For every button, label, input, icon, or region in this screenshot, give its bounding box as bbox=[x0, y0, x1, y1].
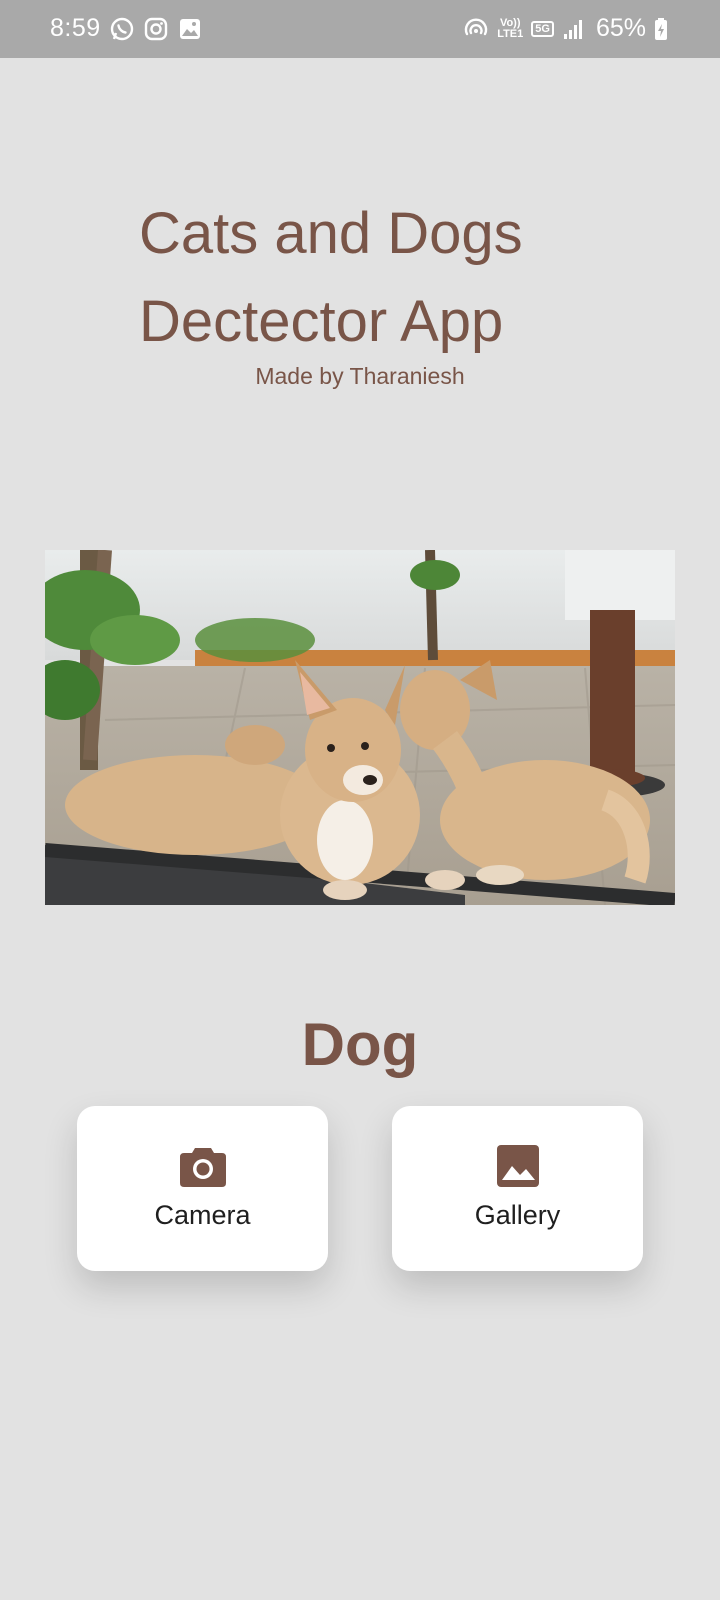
image-icon bbox=[177, 16, 203, 42]
camera-icon bbox=[179, 1148, 226, 1187]
status-left: 8:59 bbox=[50, 14, 203, 43]
volte-top: Vo)) bbox=[499, 16, 521, 29]
camera-button[interactable]: Camera bbox=[77, 1106, 328, 1271]
signal-bars-icon bbox=[562, 16, 588, 42]
network-type-badge: 5G bbox=[531, 20, 554, 37]
battery-icon bbox=[654, 16, 668, 42]
status-bar: 8:59 Vo)) LTE1 5G 65% bbox=[0, 0, 720, 58]
volte-indicator: Vo)) LTE1 bbox=[497, 16, 524, 40]
instagram-icon bbox=[143, 16, 169, 42]
gallery-button-label: Gallery bbox=[474, 1200, 561, 1230]
volte-bottom: LTE1 bbox=[497, 27, 524, 40]
prediction-result: Dog bbox=[301, 1011, 419, 1078]
status-time: 8:59 bbox=[50, 14, 101, 42]
status-right: Vo)) LTE1 5G 65% bbox=[463, 14, 668, 43]
subtitle-text: Made by Tharaniesh bbox=[255, 363, 465, 389]
battery-percent: 65% bbox=[595, 14, 646, 42]
camera-button-label: Camera bbox=[154, 1200, 251, 1230]
gallery-button[interactable]: Gallery bbox=[392, 1106, 643, 1271]
app-subtitle: Made by Tharaniesh bbox=[0, 363, 720, 390]
app-title: Cats and Dogs Dectector App bbox=[139, 201, 523, 354]
whatsapp-icon bbox=[109, 16, 135, 42]
hotspot-icon bbox=[463, 16, 489, 42]
gallery-icon bbox=[496, 1145, 539, 1187]
selected-photo bbox=[45, 550, 675, 905]
